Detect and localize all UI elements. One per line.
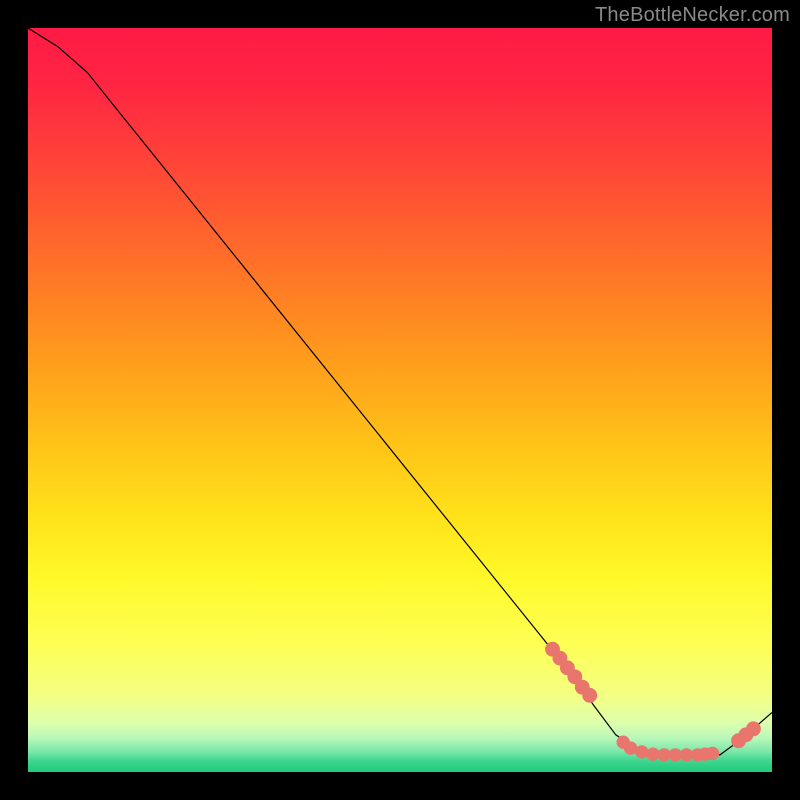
plot-area	[28, 28, 772, 772]
chart-container: { "attribution": "TheBottleNecker.com", …	[0, 0, 800, 800]
attribution-text: TheBottleNecker.com	[595, 4, 790, 27]
data-marker	[706, 747, 719, 760]
data-marker	[746, 721, 761, 736]
data-marker	[582, 688, 597, 703]
data-marker	[635, 745, 648, 758]
chart-svg	[28, 28, 772, 772]
gradient-background	[28, 28, 772, 772]
